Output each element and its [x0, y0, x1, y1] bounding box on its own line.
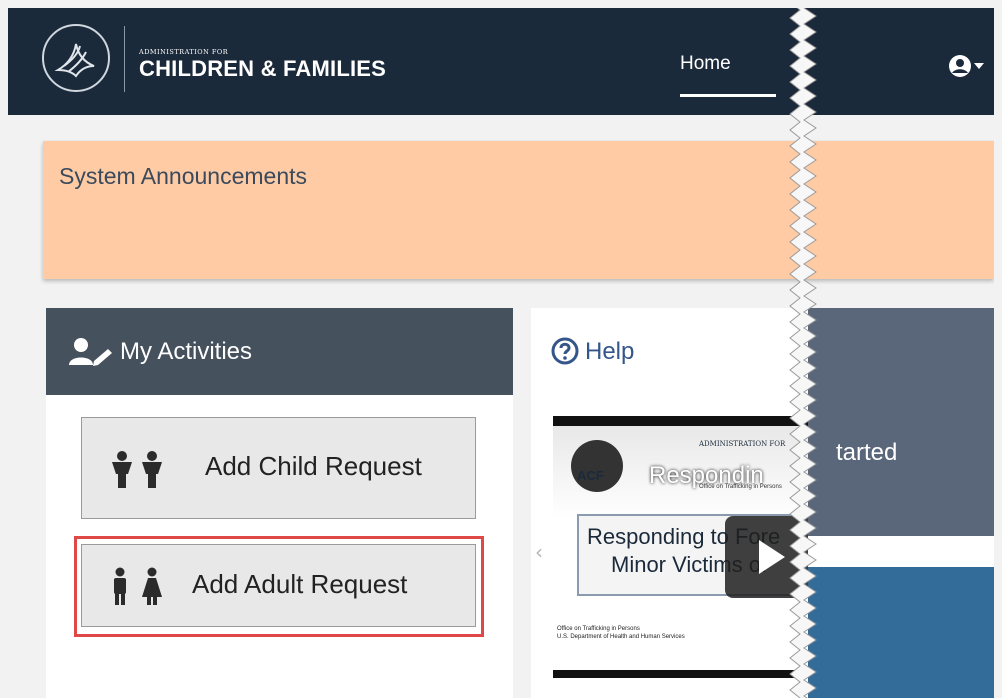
chevron-down-icon — [974, 63, 984, 69]
video-overlay-title: Respondin — [649, 462, 764, 489]
brand-top-text: ADMINISTRATION FOR — [139, 48, 229, 56]
my-activities-title: My Activities — [120, 338, 253, 365]
system-announcements-panel: System Announcements — [43, 141, 994, 279]
torn-edge-divider — [789, 8, 817, 698]
user-edit-icon — [69, 338, 112, 366]
help-title: Help — [585, 338, 635, 365]
carousel-prev-icon[interactable]: ‹ — [535, 540, 543, 564]
children-icon — [112, 451, 162, 488]
hhs-seal-logo — [42, 24, 110, 92]
getting-started-label: tarted — [836, 439, 898, 466]
announcements-title: System Announcements — [59, 163, 308, 189]
brand-main-text: CHILDREN & FAMILIES — [139, 56, 387, 81]
nav-home-link[interactable]: Home — [680, 53, 731, 75]
my-activities-card: My Activities Add Child Request Add Adul… — [46, 308, 513, 698]
app-frame: ADMINISTRATION FOR CHILDREN & FAMILIES H… — [8, 8, 994, 698]
top-navbar: ADMINISTRATION FOR CHILDREN & FAMILIES H… — [8, 8, 994, 115]
brand-divider — [124, 26, 125, 92]
video-logo-small: ADMINISTRATION FOR — [699, 440, 786, 448]
user-menu-button[interactable] — [948, 52, 992, 80]
video-footer-line1: Office on Trafficking in Persons — [557, 626, 640, 632]
my-activities-header: My Activities — [46, 308, 513, 395]
video-footer-line2: U.S. Department of Health and Human Serv… — [557, 634, 685, 640]
acf-logo-icon — [571, 440, 623, 492]
question-circle-icon — [551, 337, 579, 365]
add-child-label: Add Child Request — [205, 451, 422, 481]
highlight-box — [74, 536, 484, 637]
acf-logo-text: ACF — [577, 468, 604, 483]
nav-active-underline — [680, 94, 776, 97]
user-circle-icon — [949, 55, 984, 77]
add-child-request-button[interactable]: Add Child Request — [81, 417, 476, 519]
